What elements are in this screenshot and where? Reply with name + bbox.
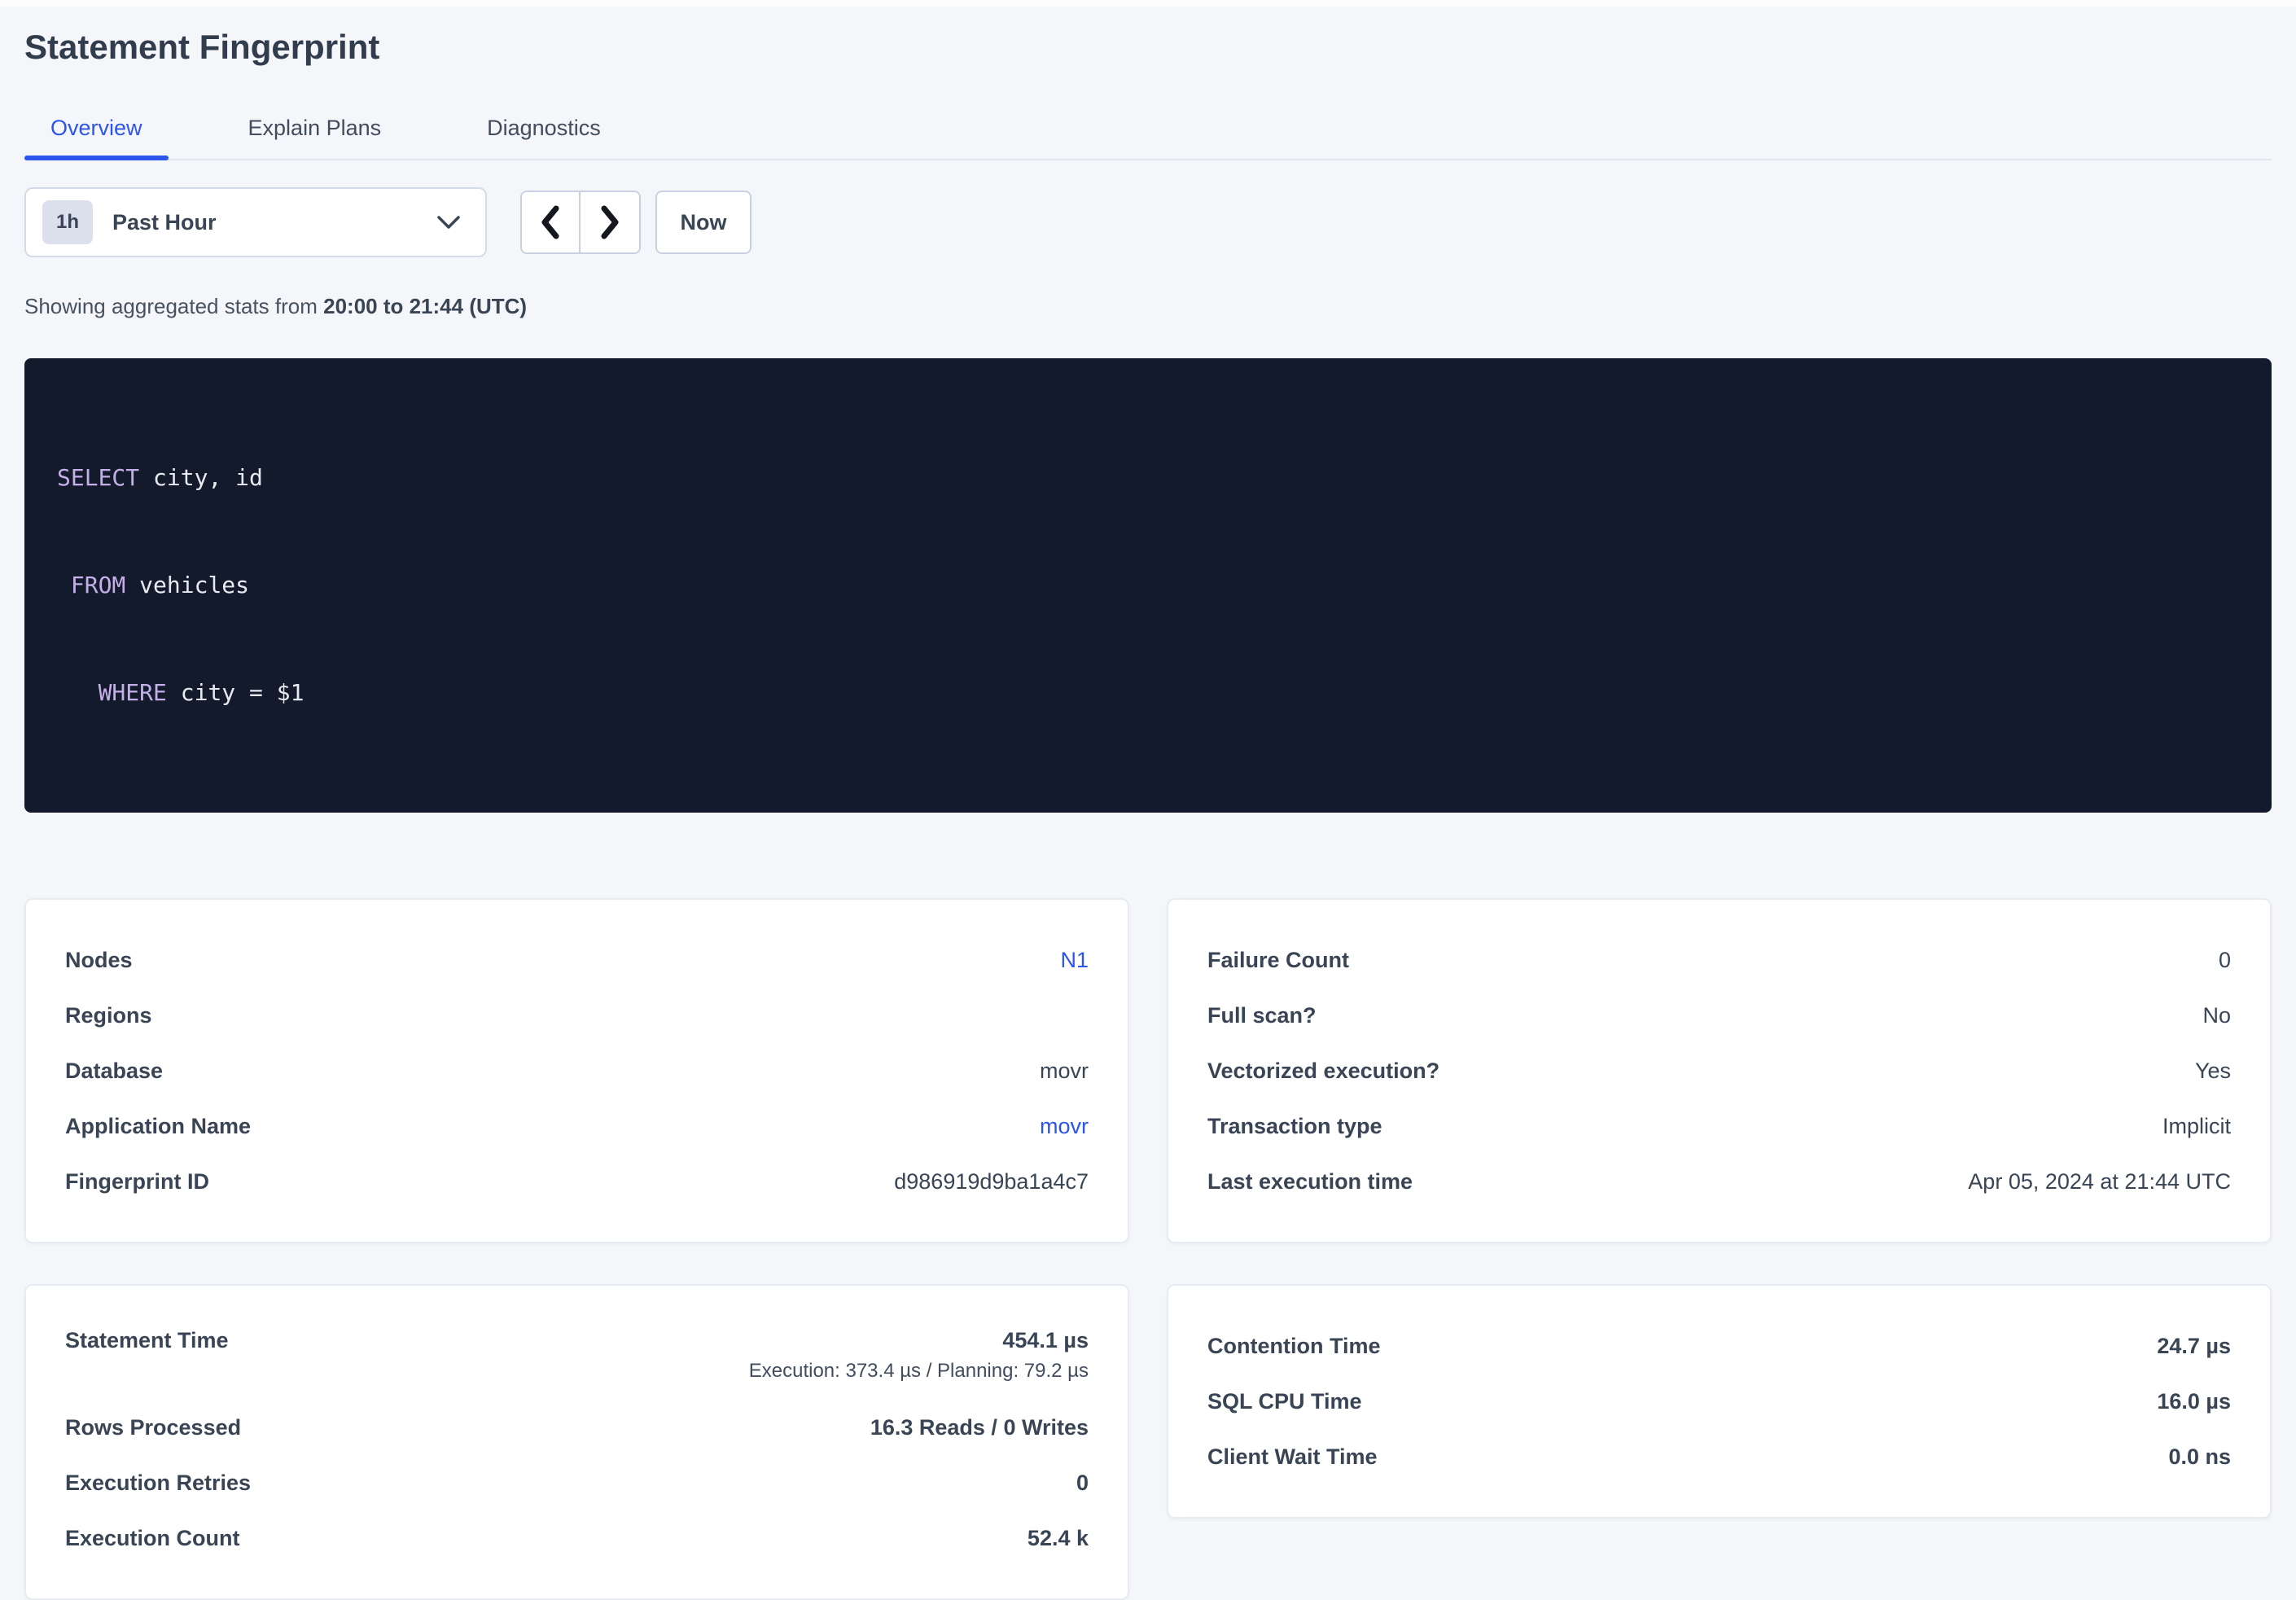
sql-keyword: SELECT <box>57 464 139 491</box>
detail-row-regions: Regions <box>65 988 1089 1043</box>
sql-keyword: FROM <box>71 572 125 598</box>
row-label: Execution Count <box>65 1524 240 1552</box>
detail-row-database: Database movr <box>65 1043 1089 1098</box>
tab-overview[interactable]: Overview <box>24 103 169 159</box>
tab-diagnostics[interactable]: Diagnostics <box>461 103 627 159</box>
aggregated-stats-range: 20:00 to 21:44 (UTC) <box>323 294 527 318</box>
vectorized-execution-value: Yes <box>2195 1057 2231 1085</box>
stat-row-execution-retries: Execution Retries 0 <box>65 1455 1089 1510</box>
sql-cpu-time-value: 16.0 µs <box>2157 1387 2231 1415</box>
caret-right-icon <box>598 204 622 240</box>
stat-row-execution-count: Execution Count 52.4 k <box>65 1510 1089 1566</box>
detail-row-vectorized-execution: Vectorized execution? Yes <box>1207 1043 2231 1098</box>
sql-keyword: WHERE <box>99 679 167 706</box>
sql-line-1: SELECT city, id <box>57 460 2239 496</box>
row-label: Application Name <box>65 1112 251 1140</box>
row-label: Failure Count <box>1207 946 1349 974</box>
last-execution-time-value: Apr 05, 2024 at 21:44 UTC <box>1968 1168 2231 1195</box>
statement-time-value: 454.1 µs <box>1002 1326 1089 1354</box>
top-edge-strip <box>0 0 2296 7</box>
next-interval-button[interactable] <box>581 192 639 252</box>
row-label: Transaction type <box>1207 1112 1382 1140</box>
application-name-link[interactable]: movr <box>1040 1112 1089 1140</box>
fingerprint-id-value: d986919d9ba1a4c7 <box>894 1168 1089 1195</box>
failure-count-value: 0 <box>2219 946 2231 974</box>
aggregated-stats-text: Showing aggregated stats from 20:00 to 2… <box>24 293 2272 319</box>
row-label: Full scan? <box>1207 1002 1317 1029</box>
time-controls: 1h Past Hour Now <box>24 187 2272 257</box>
row-label: Nodes <box>65 946 133 974</box>
contention-time-value: 24.7 µs <box>2157 1332 2231 1360</box>
full-scan-value: No <box>2202 1002 2231 1029</box>
row-label: Last execution time <box>1207 1168 1413 1195</box>
row-label: Statement Time <box>65 1326 229 1354</box>
transaction-type-value: Implicit <box>2162 1112 2231 1140</box>
row-label: Contention Time <box>1207 1332 1381 1360</box>
nodes-link[interactable]: N1 <box>1060 946 1089 974</box>
row-label: Fingerprint ID <box>65 1168 209 1195</box>
sql-line-2: FROM vehicles <box>57 568 2239 603</box>
row-label: Rows Processed <box>65 1414 241 1441</box>
interval-badge: 1h <box>42 200 93 244</box>
detail-row-fingerprint-id: Fingerprint ID d986919d9ba1a4c7 <box>65 1154 1089 1209</box>
execution-count-value: 52.4 k <box>1028 1524 1089 1552</box>
detail-row-failure-count: Failure Count 0 <box>1207 932 2231 988</box>
row-label: Database <box>65 1057 163 1085</box>
interval-label: Past Hour <box>112 210 217 235</box>
stat-row-rows-processed: Rows Processed 16.3 Reads / 0 Writes <box>65 1400 1089 1455</box>
row-label: SQL CPU Time <box>1207 1387 1362 1415</box>
sql-line-3: WHERE city = $1 <box>57 675 2239 711</box>
detail-row-transaction-type: Transaction type Implicit <box>1207 1098 2231 1154</box>
client-wait-time-value: 0.0 ns <box>2168 1443 2231 1471</box>
row-label: Vectorized execution? <box>1207 1057 1439 1085</box>
aggregated-stats-prefix: Showing aggregated stats from <box>24 294 323 318</box>
stat-row-sql-cpu-time: SQL CPU Time 16.0 µs <box>1207 1374 2231 1429</box>
sql-statement-box: SELECT city, id FROM vehicles WHERE city… <box>24 358 2272 813</box>
statement-time-breakdown: Execution: 373.4 µs / Planning: 79.2 µs <box>749 1359 1089 1383</box>
tab-bar: Overview Explain Plans Diagnostics <box>24 103 2272 160</box>
statement-fingerprint-page: Statement Fingerprint Overview Explain P… <box>0 28 2296 1600</box>
interval-arrow-buttons <box>520 191 641 254</box>
stat-row-contention-time: Contention Time 24.7 µs <box>1207 1318 2231 1374</box>
card-execution-stats-right: Contention Time 24.7 µs SQL CPU Time 16.… <box>1167 1284 2272 1519</box>
summary-cards: Nodes N1 Regions Database movr Applicati… <box>24 898 2272 1600</box>
card-statement-details-left: Nodes N1 Regions Database movr Applicati… <box>24 898 1129 1243</box>
row-label: Execution Retries <box>65 1469 251 1497</box>
statement-time-value-block: 454.1 µs Execution: 373.4 µs / Planning:… <box>749 1326 1089 1383</box>
stat-row-statement-time: Statement Time 454.1 µs Execution: 373.4… <box>65 1318 1089 1400</box>
detail-row-application-name: Application Name movr <box>65 1098 1089 1154</box>
time-interval-dropdown[interactable]: 1h Past Hour <box>24 187 487 257</box>
caret-left-icon <box>538 204 563 240</box>
execution-retries-value: 0 <box>1076 1469 1089 1497</box>
page-title: Statement Fingerprint <box>24 28 2272 67</box>
previous-interval-button[interactable] <box>522 192 581 252</box>
detail-row-last-execution-time: Last execution time Apr 05, 2024 at 21:4… <box>1207 1154 2231 1209</box>
now-button[interactable]: Now <box>655 191 751 254</box>
stat-row-client-wait-time: Client Wait Time 0.0 ns <box>1207 1429 2231 1484</box>
database-value: movr <box>1040 1057 1089 1085</box>
row-label: Regions <box>65 1002 152 1029</box>
chevron-down-icon <box>436 215 461 230</box>
card-statement-details-right: Failure Count 0 Full scan? No Vectorized… <box>1167 898 2272 1243</box>
row-label: Client Wait Time <box>1207 1443 1378 1471</box>
rows-processed-value: 16.3 Reads / 0 Writes <box>870 1414 1089 1441</box>
detail-row-full-scan: Full scan? No <box>1207 988 2231 1043</box>
tab-explain-plans[interactable]: Explain Plans <box>222 103 408 159</box>
detail-row-nodes: Nodes N1 <box>65 932 1089 988</box>
card-execution-stats-left: Statement Time 454.1 µs Execution: 373.4… <box>24 1284 1129 1600</box>
